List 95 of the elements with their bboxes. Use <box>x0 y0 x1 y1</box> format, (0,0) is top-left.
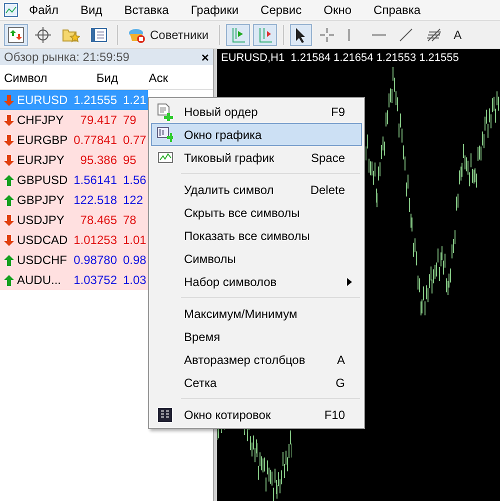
bid-price: 78.465 <box>79 213 118 227</box>
context-menu-item[interactable]: Набор символов <box>151 270 362 293</box>
text-tool-button[interactable]: A <box>450 24 472 46</box>
context-menu-item[interactable]: Показать все символы <box>151 224 362 247</box>
panel-title: Обзор рынка: 21:59:59 <box>4 50 130 64</box>
ask-price: 122 <box>122 193 144 207</box>
symbol-row[interactable]: EURJPY 95.386 95 <box>0 150 148 170</box>
document-plus-icon <box>157 102 173 120</box>
context-menu-item[interactable]: Символы <box>151 247 362 270</box>
shortcut-label: G <box>336 376 346 390</box>
shortcut-label: Space <box>310 150 346 164</box>
context-menu-item[interactable]: Максимум/Минимум <box>151 302 362 325</box>
menu-item[interactable]: Справка <box>362 3 432 17</box>
symbol-row[interactable]: EURGBP 0.77841 0.77 <box>0 130 148 150</box>
diagonal-line-icon <box>398 26 414 42</box>
context-menu-item[interactable]: Тиковый график Space <box>151 146 362 169</box>
market-watch-button[interactable] <box>4 24 28 46</box>
bid-price: 122.518 <box>72 193 118 207</box>
bid-price: 0.98780 <box>72 253 118 267</box>
bid-price: 1.03752 <box>72 273 118 287</box>
app-icon <box>4 3 18 17</box>
experts-button[interactable]: Советники <box>124 24 213 46</box>
menu-item[interactable]: Вид <box>70 3 114 17</box>
axis-arrow-icon <box>256 26 273 42</box>
cursor-icon <box>294 26 308 42</box>
symbol-row[interactable]: USDCHF 0.98780 0.98 <box>0 250 148 270</box>
context-menu-item[interactable]: Окно котировок F10 <box>151 403 362 426</box>
symbol-row[interactable]: USDCAD 1.01253 1.01 <box>0 230 148 250</box>
ask-price: 95 <box>122 153 138 167</box>
hatched-lines-icon <box>424 26 443 44</box>
context-menu-item[interactable]: Авторазмер столбцов A <box>151 348 362 371</box>
shortcut-label: A <box>336 352 346 366</box>
target-icon <box>35 26 51 42</box>
chart-plus-icon <box>157 126 173 142</box>
bid-price: 1.21555 <box>72 93 118 107</box>
hat-icon <box>128 26 146 42</box>
menu-item[interactable]: Сервис <box>250 3 313 17</box>
axis-play-icon <box>230 26 246 42</box>
line-chart-icon <box>158 152 172 163</box>
menu-item[interactable]: Графики <box>180 3 250 17</box>
menu-item[interactable]: Файл <box>18 3 70 17</box>
shortcut-label: F10 <box>324 408 346 422</box>
bid-price: 1.01253 <box>72 233 118 247</box>
column-header[interactable]: Символ <box>0 71 72 85</box>
menu-item[interactable]: Вставка <box>113 3 180 17</box>
ask-price: 0.98 <box>122 253 148 267</box>
shortcut-label: F9 <box>330 104 346 118</box>
bid-price: 95.386 <box>79 153 118 167</box>
context-menu-item[interactable]: Удалить символ Delete <box>151 178 362 201</box>
symbol-name: GBPUSD <box>17 173 68 187</box>
symbol-row[interactable]: USDJPY 78.465 78 <box>0 210 148 230</box>
symbol-name: EURJPY <box>17 153 64 167</box>
context-menu-item[interactable]: Окно графика <box>151 123 362 146</box>
symbol-name: EURUSD <box>17 93 68 107</box>
ask-price: 78 <box>122 213 138 227</box>
ask-price: 1.56 <box>122 173 148 187</box>
shortcut-label: Delete <box>310 182 346 196</box>
column-header[interactable]: Аск <box>122 71 172 85</box>
arrows-icon <box>8 26 24 42</box>
menu-item[interactable]: Окно <box>312 3 363 17</box>
bid-price: 0.77841 <box>72 133 118 147</box>
vertical-line-icon <box>346 26 352 42</box>
cursor-button[interactable] <box>290 24 312 46</box>
ask-price: 1.21 <box>122 93 148 107</box>
context-menu-item[interactable]: Скрыть все символы <box>151 201 362 224</box>
context-menu-item[interactable]: Время <box>151 325 362 348</box>
crosshair-icon <box>318 26 335 42</box>
folder-star-icon <box>62 26 80 42</box>
column-header[interactable]: Бид <box>72 71 122 85</box>
context-menu-item[interactable]: Новый ордер F9 <box>151 100 362 123</box>
window-icon <box>91 26 107 42</box>
symbol-row[interactable]: AUDU... 1.03752 1.03 <box>0 270 148 290</box>
bid-price: 1.56141 <box>72 173 118 187</box>
ask-price: 79 <box>122 113 138 127</box>
symbol-row[interactable]: CHFJPY 79.417 79 <box>0 110 148 130</box>
bid-price: 79.417 <box>79 113 118 127</box>
symbol-name: GBPJPY <box>17 193 64 207</box>
chart-shift-button[interactable] <box>252 24 277 46</box>
symbol-name: CHFJPY <box>17 113 64 127</box>
close-button[interactable]: × <box>201 50 209 64</box>
ask-price: 0.77 <box>122 133 148 147</box>
symbol-name: USDJPY <box>17 213 64 227</box>
ask-price: 1.01 <box>122 233 148 247</box>
ask-price: 1.03 <box>122 273 148 287</box>
autoscroll-button[interactable] <box>226 24 250 46</box>
symbol-name: AUDU... <box>17 273 62 287</box>
context-menu-item[interactable]: Сетка G <box>151 371 362 394</box>
horizontal-line-icon <box>370 32 387 38</box>
symbol-name: USDCAD <box>17 233 68 247</box>
symbol-name: USDCHF <box>17 253 67 267</box>
symbol-row[interactable]: GBPJPY 122.518 122 <box>0 190 148 210</box>
symbol-name: EURGBP <box>17 133 68 147</box>
symbol-row[interactable]: GBPUSD 1.56141 1.56 <box>0 170 148 190</box>
chart-title: EURUSD,H1 1.21584 1.21654 1.21553 1.21555 <box>220 51 460 66</box>
table-icon <box>158 408 172 422</box>
